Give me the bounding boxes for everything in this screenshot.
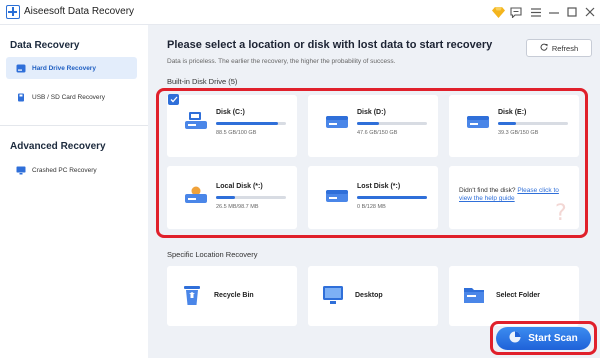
title-bar: Aiseesoft Data Recovery — [0, 0, 600, 25]
sidebar-item-crashed-pc-recovery[interactable]: Crashed PC Recovery — [6, 159, 137, 181]
specific-location-label: Specific Location Recovery — [167, 250, 258, 259]
location-name: Recycle Bin — [214, 292, 254, 299]
diamond-icon[interactable] — [489, 3, 507, 21]
monitor-icon — [16, 166, 26, 175]
hard-drive-icon — [16, 64, 26, 73]
page-subtitle: Data is priceless. The earlier the recov… — [167, 58, 396, 65]
location-card-desktop[interactable]: Desktop — [308, 266, 438, 326]
chat-icon[interactable] — [507, 3, 525, 21]
location-name: Select Folder — [496, 292, 540, 299]
main-panel: Please select a location or disk with lo… — [148, 25, 600, 358]
menu-icon[interactable] — [527, 3, 545, 21]
data-recovery-heading: Data Recovery — [10, 40, 80, 51]
app-logo-icon — [6, 5, 20, 19]
minimize-icon[interactable] — [545, 3, 563, 21]
start-scan-label: Start Scan — [528, 333, 578, 344]
builtin-disk-label: Built-in Disk Drive (5) — [167, 77, 238, 86]
sidebar-divider — [0, 125, 148, 126]
sidebar-item-label: USB / SD Card Recovery — [32, 93, 105, 101]
sidebar-item-usb-sd-card-recovery[interactable]: USB / SD Card Recovery — [6, 86, 137, 108]
refresh-label: Refresh — [551, 43, 579, 53]
sidebar: Data Recovery Hard Drive Recovery USB / … — [0, 25, 148, 358]
refresh-button[interactable]: Refresh — [526, 39, 592, 57]
disk-selection-highlight — [156, 88, 588, 238]
sidebar-item-hard-drive-recovery[interactable]: Hard Drive Recovery — [6, 57, 137, 79]
start-scan-button[interactable]: Start Scan — [496, 327, 591, 350]
location-card-recycle-bin[interactable]: Recycle Bin — [167, 266, 297, 326]
sidebar-item-label: Hard Drive Recovery — [32, 64, 96, 72]
close-icon[interactable] — [581, 3, 599, 21]
sidebar-item-label: Crashed PC Recovery — [32, 166, 97, 174]
refresh-icon — [540, 43, 548, 53]
location-name: Desktop — [355, 292, 383, 299]
maximize-icon[interactable] — [563, 3, 581, 21]
recycle-bin-icon — [181, 284, 203, 311]
app-title: Aiseesoft Data Recovery — [24, 6, 135, 17]
disk-checkbox[interactable] — [168, 94, 179, 105]
folder-icon — [463, 284, 485, 311]
usb-icon — [16, 93, 26, 102]
desktop-icon — [322, 284, 344, 311]
page-title: Please select a location or disk with lo… — [167, 39, 493, 51]
scan-icon — [509, 331, 521, 346]
advanced-recovery-heading: Advanced Recovery — [10, 141, 106, 152]
check-icon — [170, 96, 177, 103]
location-card-select-folder[interactable]: Select Folder — [449, 266, 579, 326]
